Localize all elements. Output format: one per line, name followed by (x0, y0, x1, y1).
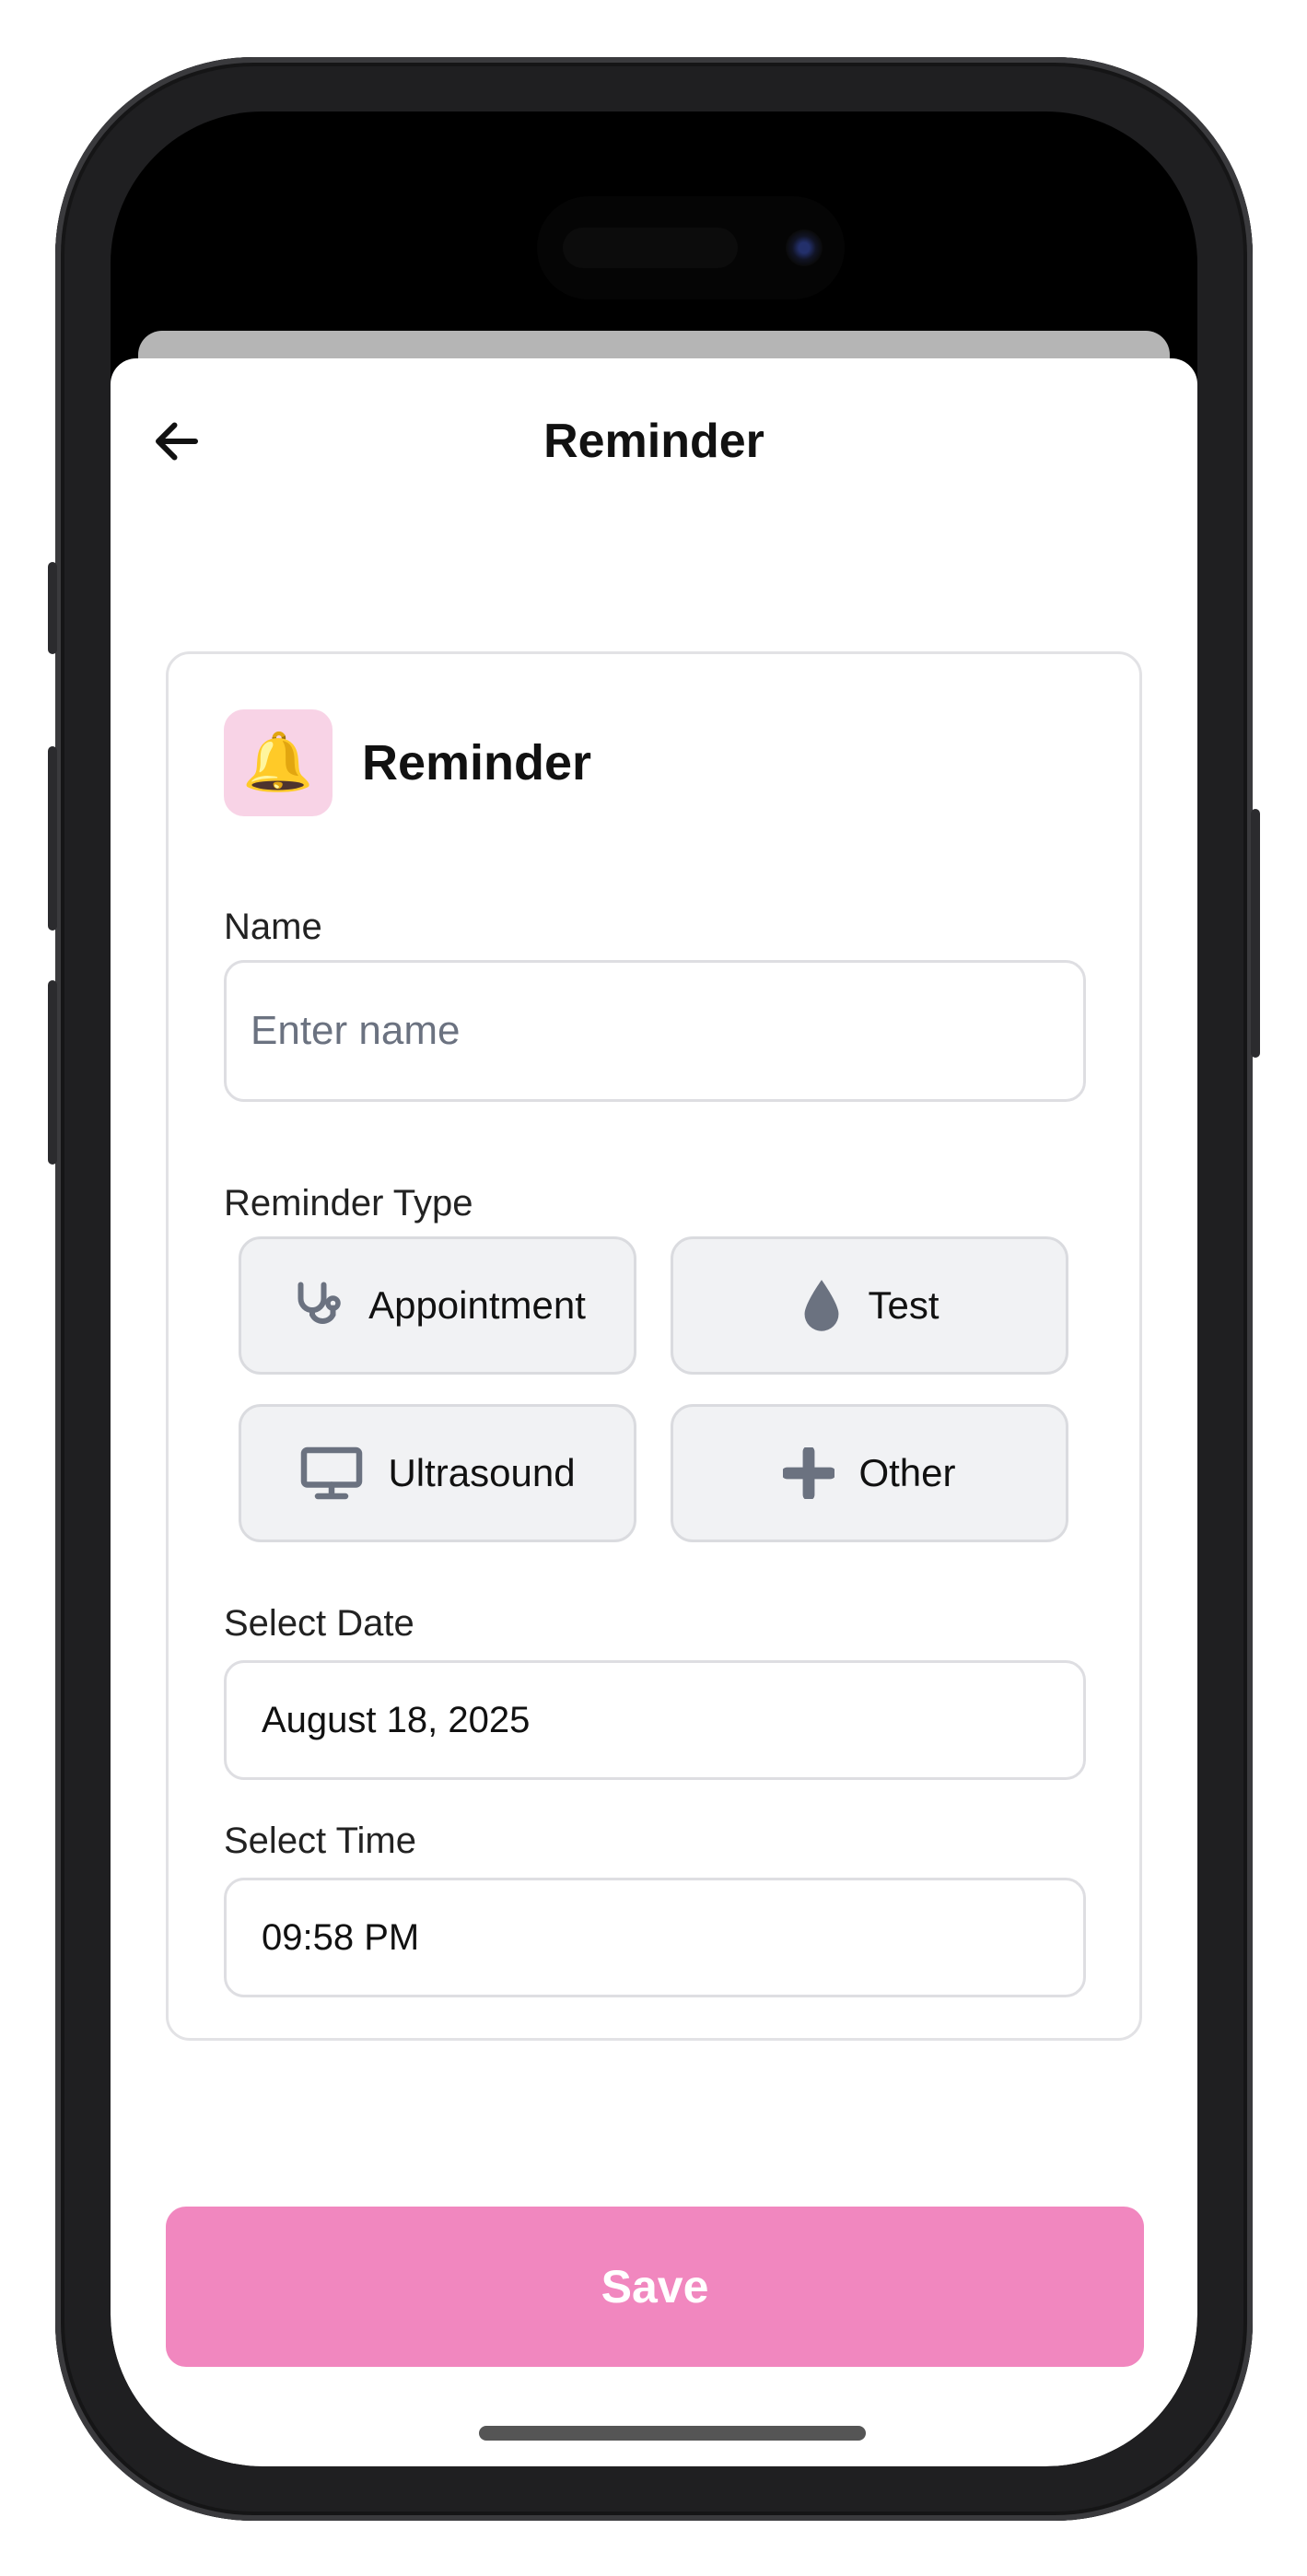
type-ultrasound-label: Ultrasound (388, 1451, 576, 1494)
island-sensor (563, 228, 738, 268)
volume-down-button (48, 980, 57, 1165)
drop-icon (805, 1280, 839, 1331)
camera-icon (786, 229, 823, 266)
screen-bezel: Reminder 🔔 Reminder Name Reminder Type A… (111, 111, 1197, 2466)
stethoscope-icon (298, 1282, 341, 1325)
reminder-type-label: Reminder Type (224, 1183, 473, 1224)
type-other-button[interactable]: Other (671, 1404, 1068, 1542)
type-appointment-label: Appointment (368, 1283, 586, 1327)
time-field[interactable]: 09:58 PM (224, 1878, 1086, 1997)
bell-icon: 🔔 (224, 709, 333, 816)
name-input[interactable] (224, 960, 1086, 1102)
time-value: 09:58 PM (262, 1916, 420, 1958)
dynamic-island (537, 196, 845, 299)
type-ultrasound-button[interactable]: Ultrasound (239, 1404, 636, 1542)
name-label: Name (224, 907, 322, 947)
type-test-button[interactable]: Test (671, 1236, 1068, 1375)
page-title: Reminder (543, 415, 764, 468)
type-appointment-button[interactable]: Appointment (239, 1236, 636, 1375)
type-test-label: Test (868, 1283, 939, 1327)
reminder-card: 🔔 Reminder Name Reminder Type Appointmen… (166, 651, 1142, 2041)
card-title: Reminder (362, 735, 592, 790)
bell-emoji: 🔔 (242, 731, 314, 794)
date-field[interactable]: August 18, 2025 (224, 1660, 1086, 1780)
date-label: Select Date (224, 1603, 414, 1644)
phone-frame: Reminder 🔔 Reminder Name Reminder Type A… (48, 57, 1260, 2521)
power-button (1251, 809, 1260, 1058)
volume-up-button (48, 746, 57, 931)
home-indicator[interactable] (479, 2426, 866, 2441)
plus-icon (783, 1447, 835, 1499)
monitor-icon (301, 1446, 363, 1500)
type-other-label: Other (858, 1451, 956, 1494)
save-button[interactable]: Save (166, 2207, 1144, 2367)
action-button (48, 562, 57, 654)
reminder-screen: Reminder 🔔 Reminder Name Reminder Type A… (111, 358, 1197, 2466)
time-label: Select Time (224, 1821, 416, 1861)
date-value: August 18, 2025 (262, 1699, 531, 1740)
